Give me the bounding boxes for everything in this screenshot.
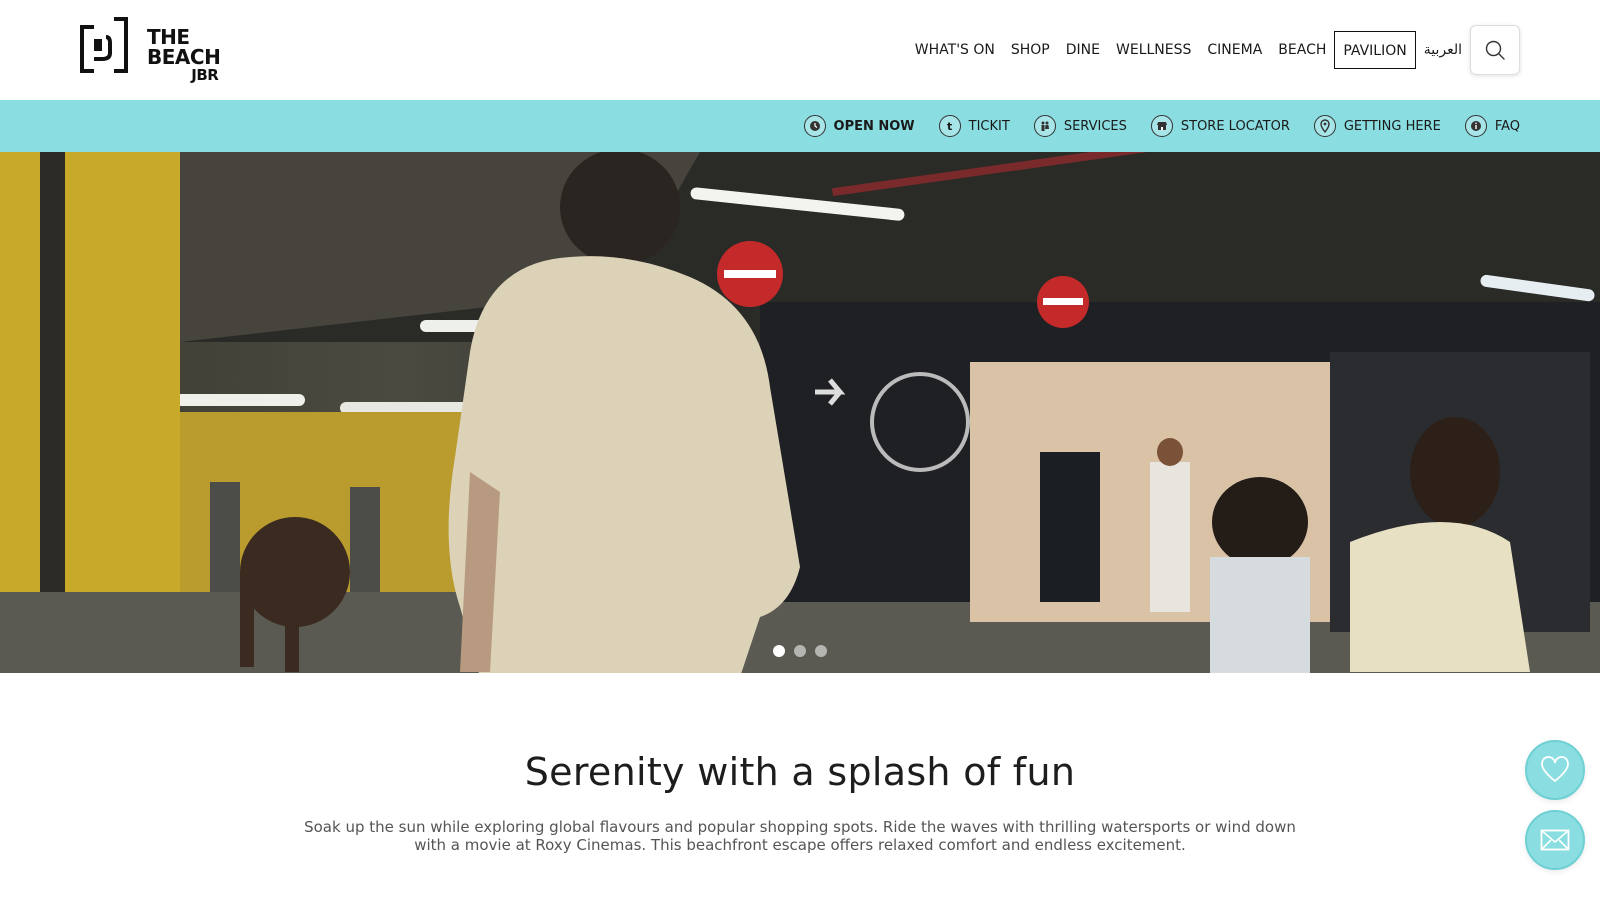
language-switch-arabic[interactable]: العربية (1416, 31, 1470, 69)
mail-icon (1540, 829, 1570, 851)
clock-icon (803, 115, 826, 137)
search-button[interactable] (1470, 25, 1520, 75)
store-icon (1150, 115, 1173, 137)
heart-icon (1541, 756, 1569, 783)
page-headline: Serenity with a splash of fun (524, 750, 1076, 794)
logo-line-3: JBR (191, 66, 219, 84)
location-pin-icon (1313, 115, 1336, 137)
logo-wordmark: THE BEACH JBR (147, 27, 221, 84)
nav-cinema[interactable]: CINEMA (1199, 31, 1270, 69)
info-icon (1464, 115, 1487, 137)
utility-store-locator-label: STORE LOCATOR (1180, 118, 1290, 134)
site-logo[interactable]: THE BEACH JBR (80, 17, 232, 83)
carousel-dot-3[interactable] (815, 645, 827, 657)
carousel-dot-1[interactable] (773, 645, 785, 657)
favorites-button[interactable] (1525, 740, 1585, 800)
contact-button[interactable] (1525, 810, 1585, 870)
intro-paragraph: Soak up the sun while exploring global f… (304, 818, 1296, 854)
utility-faq-label: FAQ (1494, 118, 1520, 134)
utility-faq[interactable]: FAQ (1464, 115, 1520, 137)
site-header: THE BEACH JBR WHAT'S ON SHOP DINE WELLNE… (0, 0, 1600, 100)
utility-tickit[interactable]: t TICKIT (938, 115, 1010, 137)
main-navigation: WHAT'S ON SHOP DINE WELLNESS CINEMA BEAC… (907, 25, 1520, 75)
hero-image (0, 152, 1600, 673)
hero-carousel[interactable] (0, 152, 1600, 673)
services-icon (1033, 115, 1056, 137)
nav-dine[interactable]: DINE (1058, 31, 1108, 69)
utility-services[interactable]: SERVICES (1033, 115, 1127, 137)
carousel-dot-2[interactable] (794, 645, 806, 657)
tickit-icon: t (938, 115, 961, 137)
utility-navigation: OPEN NOW t TICKIT SERVICES STORE LOCATOR… (780, 100, 1520, 152)
nav-beach[interactable]: BEACH (1270, 31, 1334, 69)
the-beach-mark-icon (80, 17, 128, 73)
utility-bar: OPEN NOW t TICKIT SERVICES STORE LOCATOR… (0, 100, 1600, 152)
carousel-dots (0, 645, 1600, 657)
utility-open-now-label: OPEN NOW (833, 118, 915, 134)
utility-open-now[interactable]: OPEN NOW (803, 115, 915, 137)
nav-shop[interactable]: SHOP (1003, 31, 1058, 69)
search-icon (1485, 40, 1505, 60)
utility-tickit-label: TICKIT (968, 118, 1010, 134)
utility-getting-here-label: GETTING HERE (1343, 118, 1441, 134)
nav-wellness[interactable]: WELLNESS (1108, 31, 1199, 69)
utility-store-locator[interactable]: STORE LOCATOR (1150, 115, 1290, 137)
utility-services-label: SERVICES (1063, 118, 1127, 134)
nav-pavilion[interactable]: PAVILION (1334, 31, 1416, 69)
utility-getting-here[interactable]: GETTING HERE (1313, 115, 1441, 137)
nav-whats-on[interactable]: WHAT'S ON (907, 31, 1003, 69)
